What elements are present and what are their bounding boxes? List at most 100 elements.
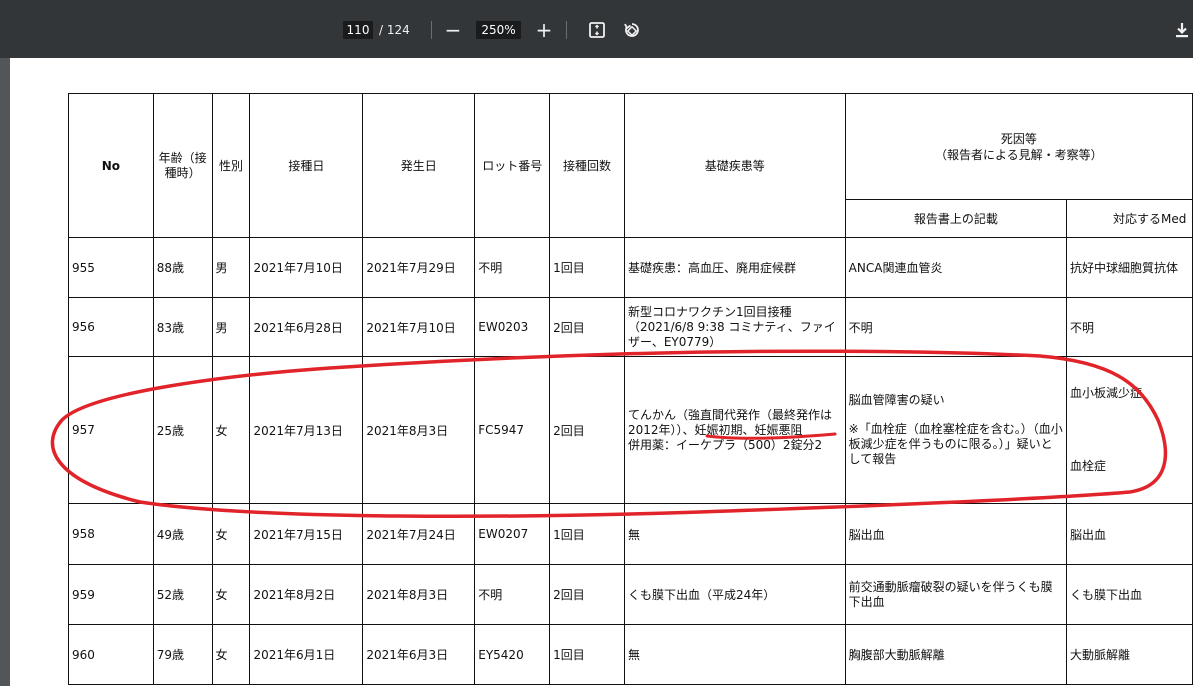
zoom-out-button[interactable]: − (440, 17, 466, 43)
zoom-in-button[interactable]: + (531, 17, 557, 43)
cell-underlying: 無 (623, 624, 846, 685)
rotate-button[interactable] (619, 17, 645, 43)
cell-onset-date: 2021年7月10日 (362, 297, 476, 357)
cell-underlying: くも膜下出血（平成24年） (623, 564, 846, 625)
header-age: 年齢（接種時） (152, 93, 213, 238)
report-line: ※「血栓症（血栓塞栓症を含む。）（血小板減少症を伴うものに限る。）」疑いとして報… (848, 422, 1063, 466)
cell-vaccination-date: 2021年7月15日 (249, 503, 364, 565)
header-dose-number: 接種回数 (549, 93, 625, 238)
cell-sex: 女 (211, 564, 251, 625)
table-row: 960 79歳 女 2021年6月1日 2021年6月3日 EY5420 1回目… (68, 624, 1193, 685)
cell-lot: FC5947 (474, 356, 551, 504)
header-underlying-conditions: 基礎疾患等 (623, 93, 846, 238)
header-onset-date: 発生日 (362, 93, 476, 238)
report-line: 脳血管障害の疑い (848, 393, 945, 407)
meddra-line: 血栓症 (1070, 459, 1107, 473)
page-number-input[interactable]: 110 (343, 21, 373, 39)
cell-report: 胸腹部大動脈解離 (844, 624, 1068, 685)
cell-no: 956 (68, 297, 154, 357)
viewer-gutter (0, 58, 10, 686)
header-lot-number: ロット番号 (474, 93, 551, 238)
table-row: 955 88歳 男 2021年7月10日 2021年7月29日 不明 1回目 基… (68, 237, 1193, 298)
cell-lot: EW0207 (474, 503, 551, 565)
toolbar-divider (431, 21, 432, 39)
cell-onset-date: 2021年8月3日 (362, 564, 476, 625)
toolbar-divider (566, 21, 567, 39)
cell-lot: 不明 (474, 237, 551, 298)
download-icon (1176, 23, 1188, 38)
cell-dose: 2回目 (549, 564, 625, 625)
table-row: 959 52歳 女 2021年8月2日 2021年8月3日 不明 2回目 くも膜… (68, 564, 1193, 625)
cell-dose: 2回目 (549, 356, 625, 504)
cell-meddra: くも膜下出血 (1066, 564, 1193, 625)
cell-report: 不明 (844, 297, 1068, 357)
cell-sex: 女 (211, 503, 251, 565)
cell-lot: EW0203 (474, 297, 551, 357)
cell-age: 79歳 (152, 624, 213, 685)
cell-dose: 1回目 (549, 237, 625, 298)
header-meddra: 対応するMed (1066, 199, 1193, 238)
cell-onset-date: 2021年7月29日 (362, 237, 476, 298)
cell-no: 955 (68, 237, 154, 298)
table-row: 956 83歳 男 2021年6月28日 2021年7月10日 EW0203 2… (68, 297, 1193, 357)
meddra-line: 血小板減少症 (1070, 386, 1143, 400)
page-total-label: / 124 (379, 23, 410, 37)
pdf-toolbar: 110 / 124 − 250% + (0, 0, 1193, 58)
adverse-event-table: No 年齢（接種時） 性別 接種日 発生日 ロット番号 接種回数 基礎疾患等 死… (68, 93, 1193, 685)
cell-meddra: 脳出血 (1066, 503, 1193, 565)
cell-lot: 不明 (474, 564, 551, 625)
cell-dose: 2回目 (549, 297, 625, 357)
cell-no: 959 (68, 564, 154, 625)
cell-dose: 1回目 (549, 624, 625, 685)
header-no: No (68, 93, 154, 238)
cell-no: 957 (68, 356, 154, 504)
cell-meddra: 不明 (1066, 297, 1193, 357)
cell-report: 前交通動脈瘤破裂の疑いを伴うくも膜下出血 (844, 564, 1068, 625)
header-sex: 性別 (211, 93, 251, 238)
cell-vaccination-date: 2021年8月2日 (249, 564, 364, 625)
cell-meddra: 大動脈解離 (1066, 624, 1193, 685)
cell-underlying: てんかん（強直間代発作（最終発作は2012年））、妊娠初期、妊娠悪阻 併用薬：イ… (623, 356, 846, 504)
fit-page-icon (589, 22, 605, 38)
cell-sex: 男 (211, 297, 251, 357)
cell-sex: 男 (211, 237, 251, 298)
cell-dose: 1回目 (549, 503, 625, 565)
cell-meddra: 血小板減少症 血栓症 (1066, 356, 1193, 504)
cell-onset-date: 2021年6月3日 (362, 624, 476, 685)
table-row-highlighted: 957 25歳 女 2021年7月13日 2021年8月3日 FC5947 2回… (68, 356, 1193, 504)
cell-vaccination-date: 2021年7月10日 (249, 237, 364, 298)
cell-vaccination-date: 2021年6月28日 (249, 297, 364, 357)
cell-meddra: 抗好中球細胞質抗体 (1066, 237, 1193, 298)
cell-report: ANCA関連血管炎 (844, 237, 1068, 298)
cell-onset-date: 2021年7月24日 (362, 503, 476, 565)
cell-underlying: 無 (623, 503, 846, 565)
download-button[interactable] (1169, 17, 1193, 43)
cell-age: 25歳 (152, 356, 213, 504)
cell-sex: 女 (211, 624, 251, 685)
header-report-entry: 報告書上の記載 (844, 199, 1068, 238)
cell-age: 83歳 (152, 297, 213, 357)
cell-age: 88歳 (152, 237, 213, 298)
cell-vaccination-date: 2021年7月13日 (249, 356, 364, 504)
cell-underlying: 基礎疾患：高血圧、廃用症候群 (623, 237, 846, 298)
cell-onset-date: 2021年8月3日 (362, 356, 476, 504)
cell-lot: EY5420 (474, 624, 551, 685)
rotate-icon (624, 23, 639, 37)
table-row: 958 49歳 女 2021年7月15日 2021年7月24日 EW0207 1… (68, 503, 1193, 565)
cell-no: 958 (68, 503, 154, 565)
header-cause-of-death: 死因等 （報告者による見解・考察等） (844, 93, 1193, 200)
header-vaccination-date: 接種日 (249, 93, 364, 238)
cell-report: 脳血管障害の疑い ※「血栓症（血栓塞栓症を含む。）（血小板減少症を伴うものに限る… (844, 356, 1068, 504)
cell-age: 52歳 (152, 564, 213, 625)
header-cause-subtitle: （報告者による見解・考察等） (935, 147, 1103, 162)
fit-page-button[interactable] (584, 17, 610, 43)
pdf-page[interactable]: No 年齢（接種時） 性別 接種日 発生日 ロット番号 接種回数 基礎疾患等 死… (10, 58, 1193, 686)
cell-report: 脳出血 (844, 503, 1068, 565)
cell-no: 960 (68, 624, 154, 685)
cell-sex: 女 (211, 356, 251, 504)
cell-underlying: 新型コロナワクチン1回目接種（2021/6/8 9:38 コミナティ、ファイザー… (623, 297, 846, 357)
cell-age: 49歳 (152, 503, 213, 565)
zoom-level-input[interactable]: 250% (476, 21, 521, 39)
header-cause-title: 死因等 (1000, 131, 1037, 146)
cell-vaccination-date: 2021年6月1日 (249, 624, 364, 685)
